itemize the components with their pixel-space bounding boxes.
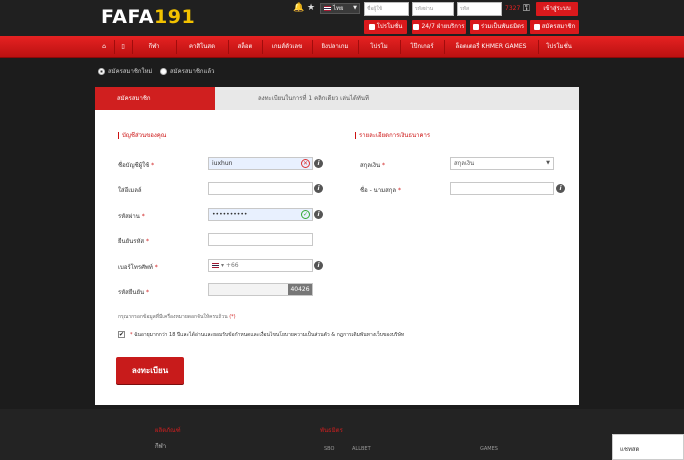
user-plus-icon [533,23,540,30]
captcha-code: 7327 [505,5,521,12]
nav-item-sports[interactable]: กีฬา [134,36,174,58]
captcha-field[interactable]: 40426 [208,283,313,296]
nav-item-number-games[interactable]: เกมส์ตัวเลข [264,36,310,58]
confirm-password-field[interactable] [208,233,313,246]
login-button[interactable]: เข้าสู่ระบบ [536,2,578,16]
password-label: รหัสผ่าน * [118,213,145,220]
fullname-field[interactable] [450,182,554,195]
username-label: ชื่อบัญชีผู้ใช้ * [118,162,155,169]
gift-icon [368,23,375,30]
radio-unchecked-icon [160,68,167,75]
support-button[interactable]: 24/7 ฝ่ายบริการ [412,20,466,34]
top-header: FAFA191 🔔 ★ ไทย ▼ ชื่อผู้ใช้ รหัสผ่าน รหั… [0,0,684,36]
account-section-title: บัญชีส่วนของคุณ [118,130,166,140]
phone-field[interactable]: ▾ +66 [208,259,313,272]
password-input[interactable]: รหัสผ่าน [412,2,454,16]
partner-logo: SBO [324,446,335,452]
currency-select[interactable]: สกุลเงิน ▼ [450,157,554,170]
bell-icon[interactable]: 🔔 [293,3,304,13]
thai-flag-icon [212,263,219,268]
nav-item-poker[interactable]: โป๊กเกอร์ [402,36,442,58]
nav-item-promotions[interactable]: โปรโมชั่น [540,36,578,58]
chevron-down-icon: ▼ [353,5,357,11]
username-field[interactable]: iuxhun ✕ [208,157,313,170]
home-icon[interactable]: ⌂ [96,36,112,58]
email-field[interactable] [208,182,313,195]
info-icon[interactable]: i [556,184,565,193]
username-input[interactable]: ชื่อผู้ใช้ [364,2,409,16]
tab-one-click[interactable]: ลงทะเบียนในการที่ 1 คลิกเดียว เล่นได้ทัน… [258,87,369,110]
footer-partners-heading: พันธมิตร [320,427,343,434]
currency-label: สกุลเงิน * [360,162,385,169]
main-nav: ⌂ ▯ กีฬา คาสิโนสด สล็อต เกมส์ตัวเลข ยิงป… [0,36,684,58]
info-icon[interactable]: i [314,261,323,270]
thai-flag-icon [324,6,331,11]
language-select[interactable]: ไทย ▼ [320,3,360,14]
partner-logo: ALLBET [352,446,371,452]
phone-label: เบอร์โทรศัพท์ * [118,264,158,271]
check-circle-icon: ✓ [301,210,310,219]
submit-register-button[interactable]: ลงทะเบียน [116,357,184,384]
radio-checked-icon [98,68,105,75]
radio-new-member[interactable]: สมัครสมาชิกใหม่ [98,68,152,76]
nav-item-promo[interactable]: โปรโม [360,36,398,58]
registration-type: สมัครสมาชิกใหม่ สมัครสมาชิกแล้ว [0,59,684,85]
fullname-label: ชื่อ - นามสกุล * [360,187,401,194]
site-logo[interactable]: FAFA191 [101,6,195,28]
tab-bar: สมัครสมาชิก ลงทะเบียนในการที่ 1 คลิกเดีย… [95,87,579,110]
footer-products-heading: ผลิตภัณฑ์ [155,427,181,434]
info-icon[interactable]: i [314,184,323,193]
confirm-password-label: ยืนยันรหัส * [118,238,149,245]
partner-logo: GAMES [480,446,498,452]
star-icon[interactable]: ★ [307,3,316,13]
nav-item-lottery-khmer[interactable]: ล็อตเตอรี่ KHMER GAMES [446,36,536,58]
terms-text: * ฉันอายุมากกว่า 18 ปีและได้อ่านและยอมรั… [130,332,405,338]
nav-item-live-casino[interactable]: คาสิโนสด [178,36,226,58]
radio-existing-member[interactable]: สมัครสมาชิกแล้ว [160,68,214,76]
footer-link-sports[interactable]: กีฬา [155,441,166,451]
user-icon [472,23,479,30]
headset-icon [413,23,420,30]
live-chat-widget[interactable]: แชทสด [612,434,684,460]
banking-section-title: รายละเอียดการเงินธนาคาร [355,130,430,140]
mobile-icon[interactable]: ▯ [116,36,130,58]
lock-icon[interactable]: ⚿ [523,3,534,15]
info-icon[interactable]: i [314,159,323,168]
promotions-button[interactable]: โปรโมชั่น [364,20,407,34]
nav-item-fishing[interactable]: ยิงปลาเกม [314,36,356,58]
chevron-down-icon: ▼ [546,160,550,166]
nav-item-slots[interactable]: สล็อต [230,36,260,58]
register-button[interactable]: สมัครสมาชิก [530,20,579,34]
error-icon: ✕ [301,159,310,168]
password-field[interactable]: •••••••••• ✓ [208,208,313,221]
captcha-input[interactable]: รหัส [457,2,502,16]
captcha-label: รหัสยืนยัน * [118,289,149,296]
terms-checkbox[interactable]: ✔ [118,331,125,338]
registration-panel: สมัครสมาชิก ลงทะเบียนในการที่ 1 คลิกเดีย… [95,87,579,405]
email-label: ใส่อีเมลล์ [118,187,142,194]
footer: ผลิตภัณฑ์ กีฬา พันธมิตร SBO ALLBET GAMES [0,409,684,460]
required-note: กรุณากรอกข้อมูลที่มีเครื่องหมายดอกจันให้… [118,314,236,320]
captcha-image: 40426 [288,284,312,295]
info-icon[interactable]: i [314,210,323,219]
affiliate-button[interactable]: ร่วมเป็นพันธมิตร [470,20,527,34]
tab-register[interactable]: สมัครสมาชิก [95,87,215,110]
